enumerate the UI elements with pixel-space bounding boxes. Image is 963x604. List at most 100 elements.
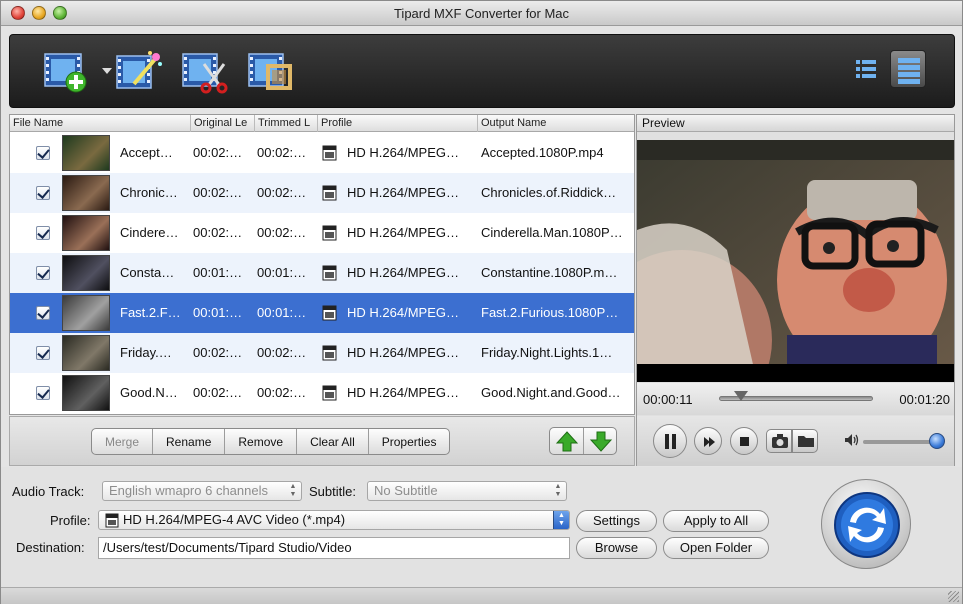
- window-title: Tipard MXF Converter for Mac: [393, 6, 570, 21]
- column-profile[interactable]: Profile: [317, 115, 477, 132]
- subtitle-select[interactable]: No Subtitle ▲ ▼: [367, 481, 567, 501]
- profile-cell[interactable]: HD H.264/MPEG…: [347, 373, 472, 413]
- grid-view-button[interactable]: [890, 50, 926, 88]
- audio-track-value: English wmapro 6 channels: [109, 483, 268, 498]
- move-down-button[interactable]: [584, 428, 616, 454]
- stepper-icon: ▲ ▼: [554, 483, 562, 498]
- remove-button[interactable]: Remove: [225, 429, 298, 454]
- add-video-dropdown-icon[interactable]: [102, 68, 112, 74]
- settings-button[interactable]: Settings: [576, 510, 657, 532]
- profile-cell[interactable]: HD H.264/MPEG…: [347, 293, 472, 333]
- stepper-icon: ▲ ▼: [289, 483, 297, 498]
- crop-video-icon: [248, 53, 292, 90]
- profile-cell[interactable]: HD H.264/MPEG…: [347, 333, 472, 373]
- stepper-icon: ▲ ▼: [553, 511, 569, 529]
- zoom-window-button[interactable]: [53, 6, 67, 20]
- output-name-cell[interactable]: Accepted.1080P.mp4: [481, 133, 633, 173]
- fast-forward-button[interactable]: [694, 427, 722, 455]
- profile-select[interactable]: HD H.264/MPEG-4 AVC Video (*.mp4) ▲ ▼: [98, 510, 570, 530]
- add-video-button[interactable]: [42, 48, 90, 94]
- grid-view-icon: [898, 58, 920, 84]
- app-window: Tipard MXF Converter for Mac File Name O…: [0, 0, 963, 604]
- open-folder-button[interactable]: Open Folder: [663, 537, 769, 559]
- edit-effect-button[interactable]: [114, 48, 162, 94]
- profile-cell[interactable]: HD H.264/MPEG…: [347, 173, 472, 213]
- mp4-file-icon: [322, 265, 337, 281]
- rename-button[interactable]: Rename: [153, 429, 226, 454]
- current-time: 00:00:11: [643, 392, 693, 407]
- table-row[interactable]: Good.N… 00:02:… 00:02:… HD H.264/MPEG… Good.…: [10, 373, 634, 413]
- file-checkbox[interactable]: [36, 266, 50, 280]
- total-time: 00:01:20: [899, 392, 950, 407]
- output-name-cell[interactable]: Cinderella.Man.1080P…: [481, 213, 633, 253]
- main-toolbar: [9, 34, 955, 108]
- file-name-cell: Fast.2.F…: [120, 305, 181, 320]
- apply-to-all-button[interactable]: Apply to All: [663, 510, 769, 532]
- column-trimmed-length[interactable]: Trimmed L: [254, 115, 317, 132]
- subtitle-value: No Subtitle: [374, 483, 438, 498]
- snapshot-button[interactable]: [766, 429, 792, 453]
- minimize-window-button[interactable]: [32, 6, 46, 20]
- convert-refresh-icon: [834, 492, 900, 558]
- file-checkbox[interactable]: [36, 306, 50, 320]
- file-name-cell: Good.N…: [120, 385, 178, 400]
- table-row[interactable]: Cindere… 00:02:… 00:02:… HD H.264/MPEG… Cind…: [10, 213, 634, 253]
- mp4-file-icon: [322, 385, 337, 401]
- file-checkbox[interactable]: [36, 346, 50, 360]
- close-window-button[interactable]: [11, 6, 25, 20]
- pause-button[interactable]: [653, 424, 687, 458]
- file-checkbox[interactable]: [36, 146, 50, 160]
- file-name-cell: Cindere…: [120, 225, 179, 240]
- table-row[interactable]: Fast.2.F… 00:01:… 00:01:… HD H.264/MPEG… Fas…: [10, 293, 634, 333]
- output-name-cell[interactable]: Chronicles.of.Riddick…: [481, 173, 633, 213]
- mp4-file-icon: [322, 225, 337, 241]
- file-list: File Name Original Le Trimmed L Profile …: [9, 114, 635, 415]
- pause-icon: [665, 434, 676, 449]
- output-name-cell[interactable]: Constantine.1080P.m…: [481, 253, 633, 293]
- file-checkbox[interactable]: [36, 386, 50, 400]
- list-view-button[interactable]: [848, 50, 884, 88]
- output-settings: Audio Track: English wmapro 6 channels ▲…: [1, 467, 962, 587]
- resize-grip-icon[interactable]: [948, 591, 959, 602]
- seek-handle[interactable]: [733, 391, 748, 401]
- stop-icon: [740, 437, 749, 446]
- column-file-name[interactable]: File Name: [10, 115, 190, 132]
- stop-button[interactable]: [730, 427, 758, 455]
- clear-all-button[interactable]: Clear All: [297, 429, 369, 454]
- move-up-button[interactable]: [550, 428, 584, 454]
- trim-clip-button[interactable]: [180, 48, 228, 94]
- volume-handle[interactable]: [929, 433, 945, 449]
- properties-button[interactable]: Properties: [369, 429, 450, 454]
- preview-screen[interactable]: [637, 140, 954, 382]
- profile-value: HD H.264/MPEG-4 AVC Video (*.mp4): [123, 512, 346, 527]
- column-output-name[interactable]: Output Name: [477, 115, 634, 132]
- file-checkbox[interactable]: [36, 226, 50, 240]
- subtitle-label: Subtitle:: [309, 484, 356, 499]
- profile-cell[interactable]: HD H.264/MPEG…: [347, 253, 472, 293]
- table-row[interactable]: Accept… 00:02:… 00:02:… HD H.264/MPEG… Accep…: [10, 133, 634, 173]
- output-name-cell[interactable]: Good.Night.and.Good…: [481, 373, 633, 413]
- video-thumbnail: [62, 375, 110, 411]
- mp4-file-icon: [322, 145, 337, 161]
- crop-video-button[interactable]: [246, 48, 294, 94]
- column-original-length[interactable]: Original Le: [190, 115, 254, 132]
- table-row[interactable]: Consta… 00:01:… 00:01:… HD H.264/MPEG… Const…: [10, 253, 634, 293]
- output-name-cell[interactable]: Fast.2.Furious.1080P…: [481, 293, 633, 333]
- table-row[interactable]: Chronic… 00:02:… 00:02:… HD H.264/MPEG… Chro…: [10, 173, 634, 213]
- open-snapshot-folder-button[interactable]: [792, 429, 818, 453]
- merge-button[interactable]: Merge: [92, 429, 154, 454]
- profile-cell[interactable]: HD H.264/MPEG…: [347, 213, 472, 253]
- video-thumbnail: [62, 255, 110, 291]
- table-row[interactable]: Friday.… 00:02:… 00:02:… HD H.264/MPEG… Frid…: [10, 333, 634, 373]
- original-length-cell: 00:01:…: [193, 265, 243, 280]
- profile-cell[interactable]: HD H.264/MPEG…: [347, 133, 472, 173]
- trimmed-length-cell: 00:01:…: [257, 305, 307, 320]
- browse-button[interactable]: Browse: [576, 537, 657, 559]
- destination-input[interactable]: /Users/test/Documents/Tipard Studio/Vide…: [98, 537, 570, 559]
- file-checkbox[interactable]: [36, 186, 50, 200]
- audio-track-select[interactable]: English wmapro 6 channels ▲ ▼: [102, 481, 302, 501]
- output-name-cell[interactable]: Friday.Night.Lights.1…: [481, 333, 633, 373]
- convert-button[interactable]: [821, 479, 911, 569]
- trimmed-length-cell: 00:01:…: [257, 265, 307, 280]
- add-video-icon: [44, 53, 87, 93]
